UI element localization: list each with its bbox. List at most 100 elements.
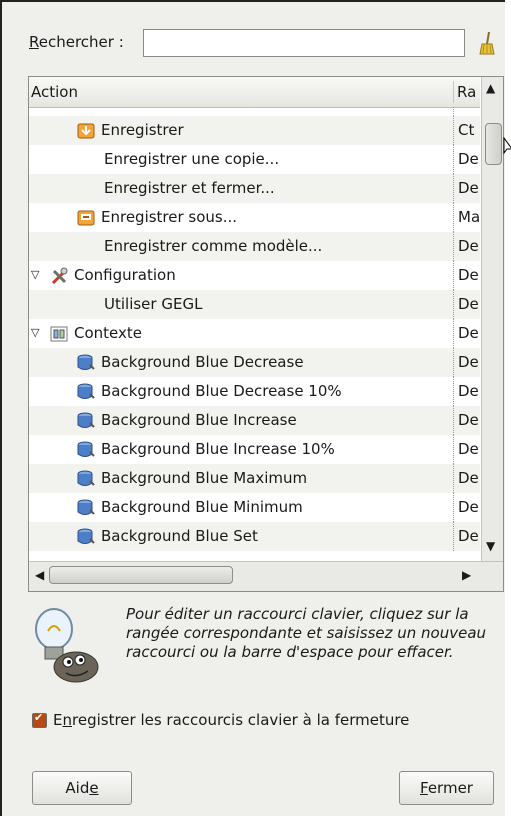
shortcut-tree[interactable]: Action Ra Enregistrer Ct Enregistrer une c… bbox=[28, 76, 504, 592]
column-divider bbox=[453, 464, 454, 493]
background-color-icon bbox=[76, 382, 96, 402]
column-divider bbox=[453, 319, 454, 348]
background-color-icon bbox=[76, 498, 96, 518]
tree-row-label: Contexte bbox=[74, 324, 142, 342]
vertical-scrollbar[interactable]: ▲ ▼ bbox=[481, 77, 503, 561]
background-color-icon bbox=[76, 353, 96, 373]
tools-icon bbox=[49, 266, 69, 286]
wilber-lightbulb-icon bbox=[32, 607, 102, 685]
tree-row-label: Background Blue Increase bbox=[101, 411, 297, 429]
help-button[interactable]: Aide bbox=[32, 771, 132, 805]
tree-row-label: Enregistrer et fermer... bbox=[104, 179, 275, 197]
tree-row[interactable]: Enregistrer comme modèle... De bbox=[29, 232, 480, 261]
tree-row-label: Background Blue Set bbox=[101, 527, 258, 545]
tree-row-label: Background Blue Minimum bbox=[101, 498, 303, 516]
search-label: Rechercher : bbox=[29, 33, 124, 51]
tree-row-shortcut[interactable]: De bbox=[458, 237, 480, 255]
tree-row-shortcut[interactable]: De bbox=[458, 440, 480, 458]
background-color-icon bbox=[76, 469, 96, 489]
tree-row-shortcut[interactable]: De bbox=[458, 179, 480, 197]
tree-row[interactable]: Background Blue Decrease 10% De bbox=[29, 377, 480, 406]
tree-row-shortcut[interactable]: De bbox=[458, 498, 480, 516]
tree-row[interactable]: Background Blue Set De bbox=[29, 522, 480, 551]
tree-group-row[interactable]: ▽ Contexte De bbox=[29, 319, 480, 348]
column-divider bbox=[453, 348, 454, 377]
tree-row[interactable]: Enregistrer et fermer... De bbox=[29, 174, 480, 203]
column-divider bbox=[453, 406, 454, 435]
info-text: Pour éditer un raccourci clavier, clique… bbox=[126, 605, 487, 661]
tree-row[interactable]: Utiliser GEGL De bbox=[29, 290, 480, 319]
tree-header: Action Ra bbox=[29, 77, 480, 108]
tree-row[interactable] bbox=[29, 107, 480, 136]
expander-arrow-icon[interactable]: ▽ bbox=[31, 268, 45, 282]
tree-row-label: Configuration bbox=[74, 266, 176, 284]
column-divider bbox=[453, 261, 454, 290]
tree-row-label: Background Blue Maximum bbox=[101, 469, 308, 487]
tree-row-shortcut[interactable]: De bbox=[458, 411, 480, 429]
tree-row[interactable]: Enregistrer sous... Ma bbox=[29, 203, 480, 232]
tree-row[interactable]: Background Blue Increase 10% De bbox=[29, 435, 480, 464]
save-on-exit-checkbox[interactable]: ✔ bbox=[32, 711, 47, 728]
tree-row-shortcut[interactable]: De bbox=[458, 469, 480, 487]
tree-row[interactable]: Background Blue Decrease De bbox=[29, 348, 480, 377]
column-header-action[interactable]: Action bbox=[31, 83, 78, 101]
column-separator[interactable] bbox=[453, 81, 454, 103]
tree-row-shortcut[interactable]: De bbox=[458, 266, 480, 284]
tree-row-shortcut[interactable]: De bbox=[458, 324, 480, 342]
tree-row[interactable]: Enregistrer Ct bbox=[29, 116, 480, 145]
tree-row-shortcut[interactable]: De bbox=[458, 295, 480, 313]
column-header-shortcut[interactable]: Ra bbox=[457, 83, 479, 101]
keyboard-shortcuts-dialog: Rechercher : Action Ra Enregistrer Ct Enre… bbox=[0, 0, 505, 816]
column-divider bbox=[453, 522, 454, 551]
tree-row-label: Utiliser GEGL bbox=[104, 295, 203, 313]
save-icon bbox=[76, 121, 96, 141]
tree-row-label: Enregistrer comme modèle... bbox=[104, 237, 323, 255]
scroll-down-arrow-icon[interactable]: ▼ bbox=[486, 539, 495, 553]
tree-row-label: Background Blue Increase 10% bbox=[101, 440, 335, 458]
scroll-left-arrow-icon[interactable]: ◀ bbox=[35, 568, 44, 582]
column-divider bbox=[453, 435, 454, 464]
vertical-scroll-thumb[interactable] bbox=[485, 123, 502, 165]
mouse-pointer-icon bbox=[503, 136, 511, 157]
save-on-exit-label[interactable]: Enregistrer les raccourcis clavier à la … bbox=[53, 711, 409, 729]
column-divider bbox=[453, 290, 454, 319]
tree-row-label: Background Blue Decrease bbox=[101, 353, 304, 371]
tree-row-shortcut[interactable]: De bbox=[458, 382, 480, 400]
background-color-icon bbox=[76, 440, 96, 460]
column-divider bbox=[453, 232, 454, 261]
tree-row-shortcut[interactable]: De bbox=[458, 353, 480, 371]
close-button[interactable]: Fermer bbox=[399, 771, 494, 805]
column-divider bbox=[453, 174, 454, 203]
background-color-icon bbox=[76, 527, 96, 547]
context-icon bbox=[49, 324, 69, 344]
tree-row-label: Enregistrer une copie... bbox=[104, 150, 280, 168]
tree-row-label: Background Blue Decrease 10% bbox=[101, 382, 342, 400]
tree-row-shortcut[interactable]: De bbox=[458, 527, 480, 545]
tree-row-shortcut[interactable]: Ct bbox=[458, 121, 480, 139]
checkmark-icon: ✔ bbox=[34, 711, 44, 724]
scroll-up-arrow-icon[interactable]: ▲ bbox=[486, 81, 495, 95]
save-as-icon bbox=[76, 208, 96, 228]
tree-row-shortcut[interactable]: De bbox=[458, 150, 480, 168]
tree-row[interactable]: Background Blue Maximum De bbox=[29, 464, 480, 493]
column-divider bbox=[453, 203, 454, 232]
tree-row[interactable]: Background Blue Minimum De bbox=[29, 493, 480, 522]
search-input[interactable] bbox=[143, 29, 465, 57]
tree-row-shortcut[interactable]: Ma bbox=[458, 208, 480, 226]
tree-group-row[interactable]: ▽ Configuration De bbox=[29, 261, 480, 290]
tree-row[interactable]: Background Blue Increase De bbox=[29, 406, 480, 435]
tree-row[interactable]: Enregistrer une copie... De bbox=[29, 145, 480, 174]
tree-row-label: Enregistrer bbox=[101, 121, 184, 139]
scroll-right-arrow-icon[interactable]: ▶ bbox=[462, 568, 471, 582]
expander-arrow-icon[interactable]: ▽ bbox=[31, 326, 45, 340]
column-divider bbox=[453, 116, 454, 145]
column-divider bbox=[453, 493, 454, 522]
tree-row-label: Enregistrer sous... bbox=[101, 208, 238, 226]
horizontal-scrollbar[interactable]: ◀ ▶ bbox=[29, 561, 503, 591]
column-divider bbox=[453, 377, 454, 406]
background-color-icon bbox=[76, 411, 96, 431]
horizontal-scroll-thumb[interactable] bbox=[49, 566, 233, 584]
tree-rows: Enregistrer Ct Enregistrer une copie... De E… bbox=[29, 107, 480, 561]
column-divider bbox=[453, 145, 454, 174]
broom-icon[interactable] bbox=[476, 30, 498, 56]
